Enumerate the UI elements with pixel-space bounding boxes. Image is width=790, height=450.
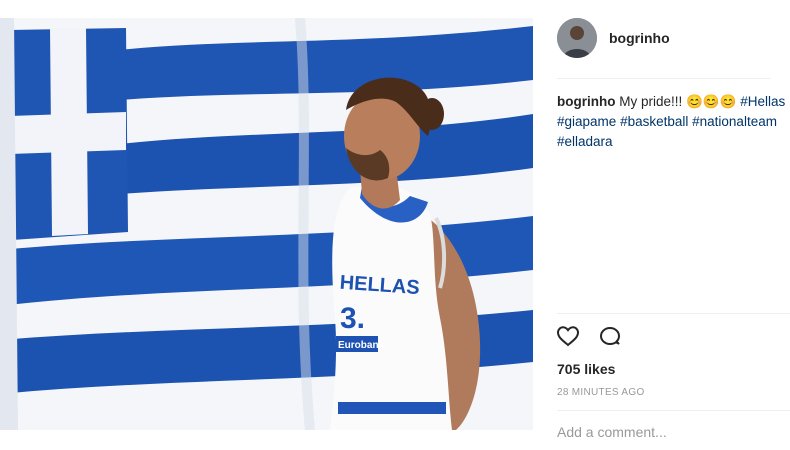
comment-input[interactable]	[557, 424, 787, 440]
hashtag-link[interactable]: #nationalteam	[692, 114, 777, 129]
jersey-number: 3.	[340, 302, 365, 335]
hashtag-link[interactable]: #giapame	[557, 114, 616, 129]
like-button[interactable]	[555, 325, 581, 351]
actions-divider	[557, 313, 790, 314]
hashtag-link[interactable]: #elladara	[557, 134, 613, 149]
hashtag-link[interactable]: #Hellas	[740, 94, 785, 109]
post-caption: bogrinho My pride!!! 😊😊😊 #Hellas #giapam…	[557, 92, 790, 152]
post-author-username[interactable]: bogrinho	[609, 30, 670, 46]
post-timestamp[interactable]: 28 MINUTES AGO	[557, 387, 645, 398]
heart-icon	[556, 325, 580, 352]
post-photo[interactable]: HELLAS 3. Eurobank	[0, 18, 533, 430]
comment-divider	[557, 410, 790, 411]
post-actions	[555, 325, 623, 351]
comment-button[interactable]	[597, 325, 623, 351]
caption-username[interactable]: bogrinho	[557, 94, 615, 109]
caption-text: My pride!!! 😊😊😊	[619, 94, 737, 109]
jersey-sponsor: Eurobank	[338, 340, 385, 351]
hashtag-link[interactable]: #basketball	[620, 114, 688, 129]
post-sidebar: bogrinho bogrinho My pride!!! 😊😊😊 #Hella…	[533, 0, 790, 450]
like-count[interactable]: 705 likes	[557, 361, 615, 377]
comment-icon	[598, 324, 622, 353]
header-divider	[557, 78, 770, 79]
avatar[interactable]	[557, 18, 597, 58]
post-header: bogrinho	[557, 17, 670, 59]
